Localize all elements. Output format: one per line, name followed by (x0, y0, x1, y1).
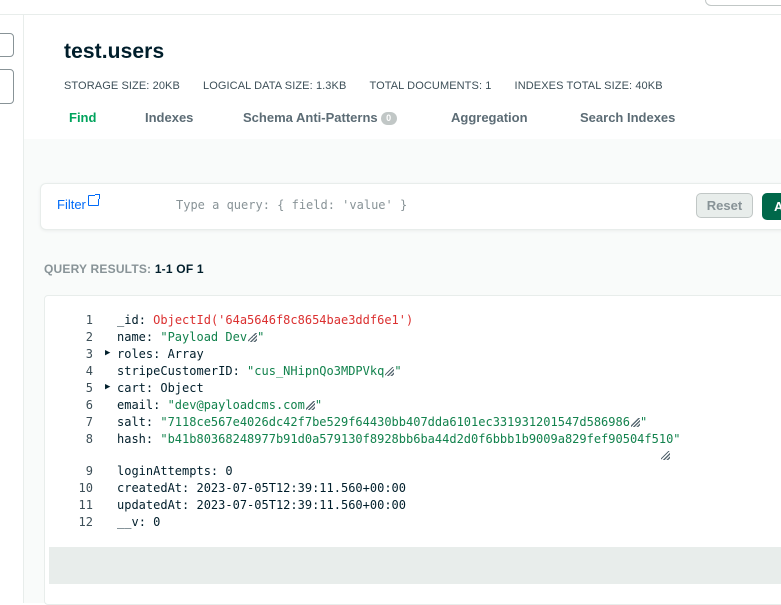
top-bar (0, 0, 781, 15)
field-value: Array (167, 347, 204, 361)
field-key: roles (117, 347, 154, 361)
resize-grip-icon[interactable] (661, 451, 670, 460)
tab-schema-anti-patterns[interactable]: Schema Anti-Patterns 0 (243, 110, 397, 125)
sidebar (0, 15, 24, 603)
query-results-count: QUERY RESULTS: 1-1 OF 1 (44, 262, 204, 276)
external-link-icon (87, 194, 100, 206)
resize-grip-icon[interactable] (385, 367, 395, 376)
field[interactable]: __v: 0 (117, 515, 160, 529)
field-value: "cus_NHipnQo3MDPVkq " (247, 364, 402, 378)
expand-caret-icon[interactable]: ▶ (105, 382, 110, 392)
document-card[interactable]: 1 _id: ObjectId('64a5646f8c8654bae3ddf6e… (44, 295, 781, 605)
top-bar-button[interactable] (705, 0, 781, 6)
field-key: cart (117, 381, 146, 395)
line-number: 10 (78, 481, 93, 495)
tab-search-indexes[interactable]: Search Indexes (580, 110, 675, 125)
collection-view: test.users STORAGE SIZE: 20KB LOGICAL DA… (24, 15, 781, 605)
field-key: loginAttempts (117, 464, 211, 478)
field-key: stripeCustomerID (117, 364, 233, 378)
expand-caret-icon[interactable]: ▶ (105, 348, 110, 358)
stat-logical-data-size: LOGICAL DATA SIZE: 1.3KB (202, 80, 347, 92)
field-key: __v (117, 515, 139, 529)
field-value: "Payload Dev " (160, 330, 265, 344)
line-number: 1 (85, 313, 93, 327)
tab-find[interactable]: Find (69, 110, 96, 125)
collection-stats: STORAGE SIZE: 20KB LOGICAL DATA SIZE: 1.… (64, 80, 683, 92)
line-number: 9 (85, 464, 93, 478)
stat-indexes-total-size: INDEXES TOTAL SIZE: 40KB (514, 80, 663, 92)
field[interactable]: cart: Object (117, 381, 204, 395)
field-key: salt (117, 415, 146, 429)
page-title: test.users (64, 40, 165, 63)
field-key: hash (117, 432, 146, 446)
line-number: 8 (85, 432, 93, 446)
field-key: email (117, 398, 154, 412)
line-number: 6 (85, 398, 93, 412)
line-number: 4 (85, 364, 93, 378)
field[interactable]: email: "dev@payloadcms.com " (117, 398, 322, 412)
field-value: 2023-07-05T12:39:11.560+00:00 (196, 481, 406, 495)
field-value: "b41b80368248977b91d0a579130f8928bb6ba44… (160, 432, 681, 446)
document-footer (49, 547, 781, 584)
field-key: name (117, 330, 146, 344)
field[interactable]: name: "Payload Dev " (117, 330, 264, 344)
resize-grip-icon[interactable] (248, 333, 258, 342)
sidebar-control[interactable] (0, 69, 14, 104)
reset-button[interactable]: Reset (696, 193, 753, 218)
field-value: "7118ce567e4026dc42f7be529f64430bb407dda… (160, 415, 648, 429)
line-number: 2 (85, 330, 93, 344)
field[interactable]: stripeCustomerID: "cus_NHipnQo3MDPVkq " (117, 364, 402, 378)
tab-aggregation[interactable]: Aggregation (451, 110, 528, 125)
field[interactable]: roles: Array (117, 347, 204, 361)
field[interactable]: _id: ObjectId('64a5646f8c8654bae3ddf6e1'… (117, 313, 413, 327)
query-input[interactable] (161, 190, 691, 220)
stat-total-documents: TOTAL DOCUMENTS: 1 (369, 80, 492, 92)
sidebar-control[interactable] (0, 33, 14, 57)
line-number: 5 (85, 381, 93, 395)
line-number: 3 (85, 347, 93, 361)
stat-storage-size: STORAGE SIZE: 20KB (64, 80, 180, 92)
field-value: Object (160, 381, 204, 395)
filter-link[interactable]: Filter (57, 194, 100, 212)
field-value: 0 (225, 464, 233, 478)
line-number: 11 (78, 498, 93, 512)
field-key: updatedAt (117, 498, 183, 512)
field[interactable]: createdAt: 2023-07-05T12:39:11.560+00:00 (117, 481, 406, 495)
line-number: 7 (85, 415, 93, 429)
apply-button[interactable]: A (762, 193, 781, 220)
resize-grip-icon[interactable] (305, 401, 315, 410)
field[interactable]: loginAttempts: 0 (117, 464, 233, 478)
field-value: ObjectId('64a5646f8c8654bae3ddf6e1') (153, 313, 414, 327)
line-number: 12 (78, 515, 93, 529)
tab-indexes[interactable]: Indexes (145, 110, 193, 125)
field[interactable]: hash: "b41b80368248977b91d0a579130f8928b… (117, 432, 681, 446)
field[interactable]: salt: "7118ce567e4026dc42f7be529f64430bb… (117, 415, 647, 429)
field[interactable]: updatedAt: 2023-07-05T12:39:11.560+00:00 (117, 498, 406, 512)
query-bar: Filter Reset A (40, 183, 781, 230)
field-key: _id (117, 313, 139, 327)
resize-grip-icon[interactable] (630, 418, 640, 427)
field-value: 2023-07-05T12:39:11.560+00:00 (196, 498, 406, 512)
count-badge: 0 (380, 112, 397, 125)
field-value: "dev@payloadcms.com " (167, 398, 323, 412)
field-key: createdAt (117, 481, 183, 495)
field-value: 0 (153, 515, 161, 529)
